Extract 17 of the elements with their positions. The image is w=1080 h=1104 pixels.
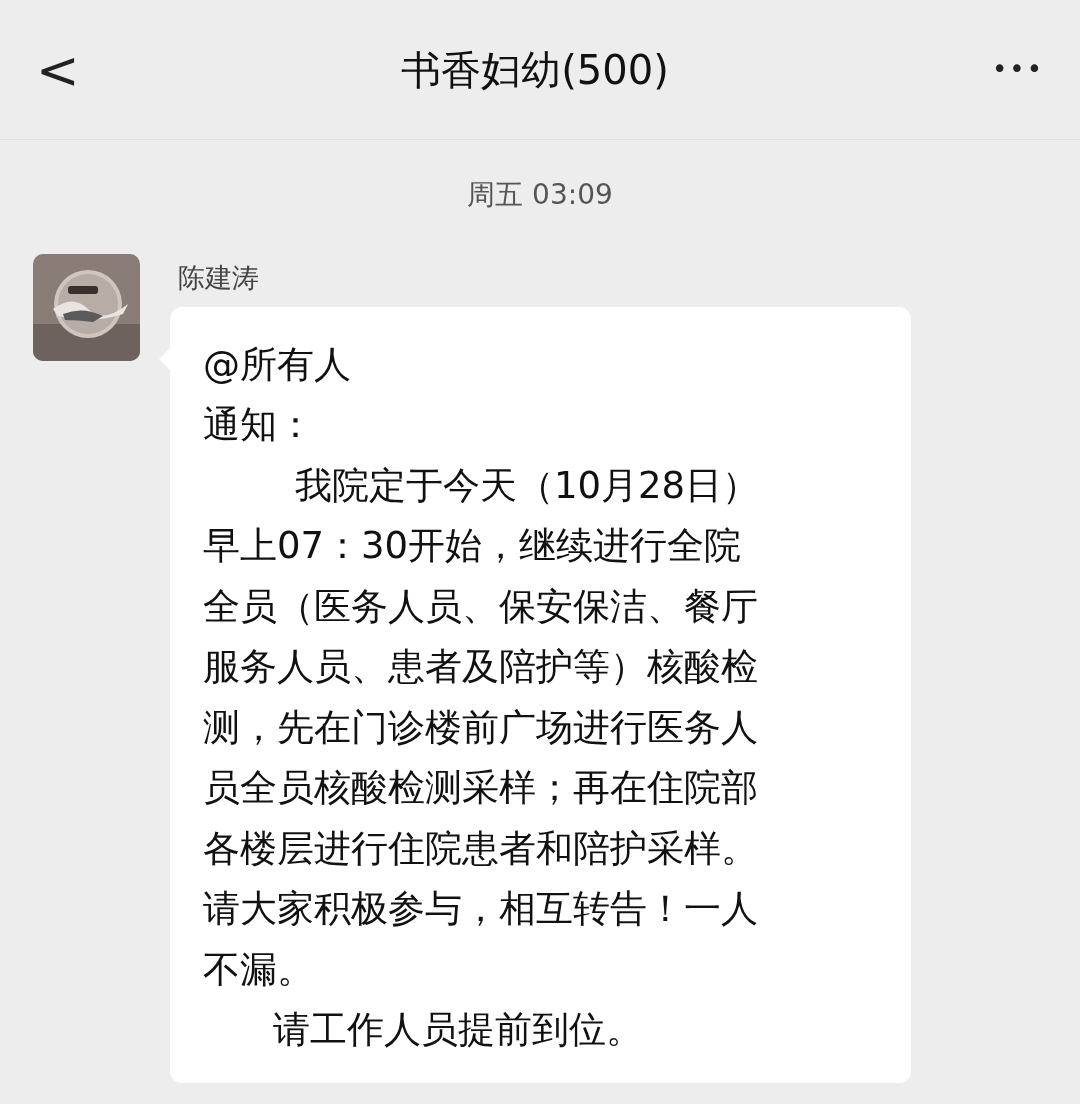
- chat-title: 书香妇幼(500): [401, 45, 669, 95]
- message-line: 服务人员、患者及陪护等）核酸检: [203, 644, 759, 690]
- message-line: 不漏。: [203, 946, 315, 993]
- more-button[interactable]: •••: [974, 50, 1044, 89]
- message-line: 各楼层进行住院患者和陪护采样。: [203, 825, 759, 872]
- timestamp: 周五 03:09: [467, 177, 613, 213]
- sender-name: 陈建涛: [178, 261, 260, 295]
- message-line: 我院定于今天（10月28日）: [294, 462, 761, 509]
- message-line: 员全员核酸检测采样；再在住院部: [203, 765, 759, 811]
- back-button[interactable]: <: [36, 43, 96, 96]
- message-line: 请大家积极参与，相互转告！一人: [203, 886, 759, 932]
- message-line: @所有人: [203, 341, 352, 388]
- message-line: 早上07：30开始，继续进行全院: [203, 523, 743, 569]
- message-line: 请工作人员提前到位。: [272, 1007, 644, 1053]
- message-line: 测，先在门诊楼前广场进行医务人: [203, 704, 759, 751]
- message-line: 全员（医务人员、保安保洁、餐厅: [203, 583, 759, 630]
- message-line: 通知：: [203, 402, 315, 448]
